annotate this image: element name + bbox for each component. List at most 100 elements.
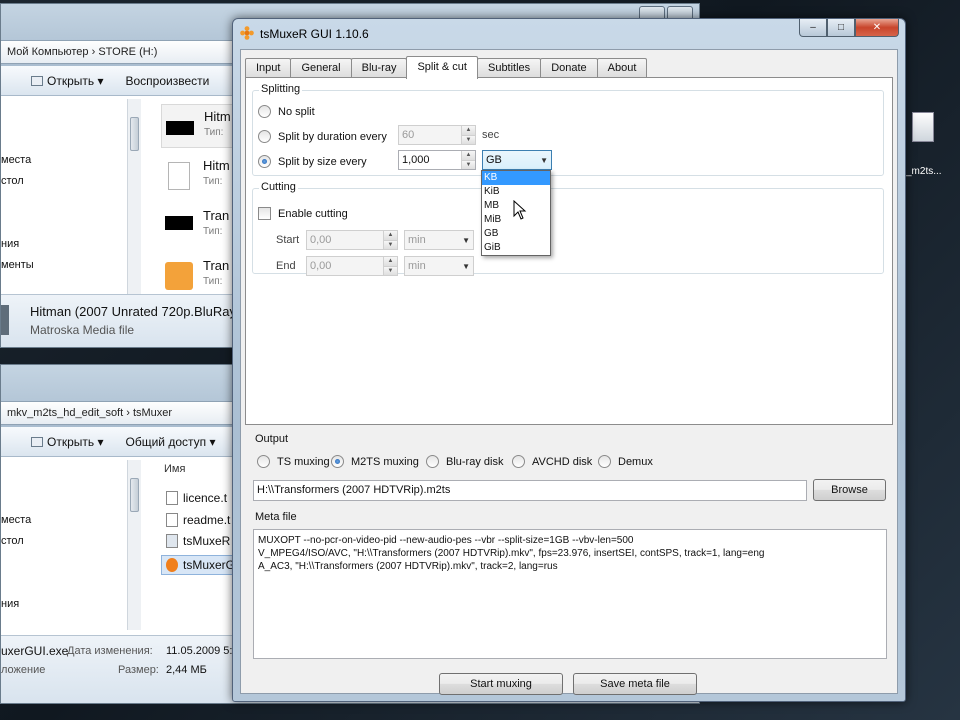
chevron-down-icon: ▼	[462, 262, 470, 271]
details-modified-value: 11.05.2009 5:	[166, 645, 233, 657]
nav-item[interactable]: ния	[1, 594, 141, 615]
navigation-pane: места стол ния менты	[1, 150, 141, 276]
bluray-disk-option[interactable]: Blu-ray disk	[426, 455, 503, 468]
no-split-radio[interactable]	[258, 105, 271, 118]
meta-file-textarea[interactable]: MUXOPT --no-pcr-on-video-pid --new-audio…	[253, 529, 887, 659]
split-duration-radio[interactable]	[258, 130, 271, 143]
unit-option-kib[interactable]: KiB	[482, 185, 550, 199]
meta-line: MUXOPT --no-pcr-on-video-pid --new-audio…	[258, 535, 634, 546]
start-muxing-button[interactable]: Start muxing	[439, 673, 563, 695]
tab-input[interactable]: Input	[245, 58, 292, 78]
spin-down-icon[interactable]: ▼	[462, 135, 475, 144]
tab-bluray[interactable]: Blu-ray	[350, 58, 408, 78]
nav-item[interactable]: стол	[1, 171, 141, 192]
column-header-name[interactable]: Имя	[164, 463, 185, 475]
scroll-thumb[interactable]	[130, 478, 139, 512]
avchd-disk-option[interactable]: AVCHD disk	[512, 455, 592, 468]
browse-button[interactable]: Browse	[813, 479, 886, 501]
list-item[interactable]: readme.t	[166, 513, 230, 527]
desktop-folder-icon[interactable]	[912, 112, 934, 142]
split-size-radio[interactable]	[258, 155, 271, 168]
navigation-pane: места стол ния	[1, 510, 141, 615]
unit-option-kb[interactable]: KB	[482, 171, 550, 185]
no-split-option[interactable]: No split	[258, 105, 315, 118]
ts-muxing-radio[interactable]	[257, 455, 270, 468]
tsmuxer-window: tsMuxeR GUI 1.10.6 – □ ✕ Input General B…	[232, 18, 906, 702]
tab-split-cut[interactable]: Split & cut	[406, 56, 478, 79]
details-modified-label: Дата изменения:	[67, 645, 153, 657]
nav-item[interactable]: менты	[1, 255, 141, 276]
start-spinbox[interactable]: 0,00 ▲ ▼	[306, 230, 398, 250]
output-path-input[interactable]: H:\\Transformers (2007 HDTVRip).m2ts	[253, 480, 807, 501]
nav-item[interactable]	[1, 192, 141, 213]
spin-up-icon[interactable]: ▲	[462, 151, 475, 160]
split-cut-panel: Splitting No split Split by duration eve…	[245, 77, 893, 425]
demux-radio[interactable]	[598, 455, 611, 468]
nav-scrollbar[interactable]	[127, 460, 141, 630]
spin-up-icon[interactable]: ▲	[384, 257, 397, 266]
split-by-size-option[interactable]: Split by size every	[258, 155, 367, 168]
start-spin-arrows[interactable]: ▲ ▼	[383, 231, 397, 249]
list-item[interactable]: tsMuxerG	[161, 555, 241, 575]
end-spin-arrows[interactable]: ▲ ▼	[383, 257, 397, 275]
nav-item[interactable]: ния	[1, 234, 141, 255]
window-client-area: Input General Blu-ray Split & cut Subtit…	[240, 49, 898, 695]
nav-item[interactable]: стол	[1, 531, 141, 552]
nav-item[interactable]: места	[1, 150, 141, 171]
list-item[interactable]: tsMuxeR	[166, 534, 230, 548]
meta-line: V_MPEG4/ISO/AVC, "H:\\Transformers (2007…	[258, 548, 765, 559]
start-label: Start	[276, 234, 300, 246]
chevron-down-icon: ▼	[462, 236, 470, 245]
toolbar-open-button[interactable]: Открыть ▾	[31, 435, 104, 449]
scroll-thumb[interactable]	[130, 117, 139, 151]
size-unit-select[interactable]: GB ▼	[482, 150, 552, 170]
bluray-disk-radio[interactable]	[426, 455, 439, 468]
tab-general[interactable]: General	[290, 58, 352, 78]
spin-down-icon[interactable]: ▼	[384, 266, 397, 275]
tsmuxer-logo-icon	[240, 26, 254, 40]
close-button[interactable]: ✕	[855, 19, 899, 37]
duration-spinbox[interactable]: 60 ▲ ▼	[398, 125, 476, 145]
details-file-icon	[1, 305, 9, 335]
split-by-duration-option[interactable]: Split by duration every	[258, 130, 387, 143]
spin-down-icon[interactable]: ▼	[384, 240, 397, 249]
nav-item[interactable]	[1, 573, 141, 594]
nav-item[interactable]	[1, 213, 141, 234]
tab-subtitles[interactable]: Subtitles	[476, 58, 542, 78]
save-meta-file-button[interactable]: Save meta file	[573, 673, 697, 695]
minimize-button[interactable]: –	[799, 19, 827, 37]
enable-cutting-checkbox[interactable]	[258, 207, 271, 220]
maximize-button[interactable]: □	[827, 19, 855, 37]
tab-about[interactable]: About	[596, 58, 648, 78]
nav-scrollbar[interactable]	[127, 99, 141, 294]
spin-up-icon[interactable]: ▲	[462, 126, 475, 135]
toolbar-open-button[interactable]: Открыть ▾	[31, 74, 104, 88]
list-item[interactable]: licence.t	[166, 491, 227, 505]
toolbar-play-button[interactable]: Воспроизвести	[126, 74, 210, 88]
ts-muxing-option[interactable]: TS muxing	[257, 455, 330, 468]
spin-up-icon[interactable]: ▲	[384, 231, 397, 240]
unit-option-gb[interactable]: GB	[482, 227, 550, 241]
window-titlebar[interactable]: tsMuxeR GUI 1.10.6 – □ ✕	[233, 19, 905, 47]
details-file-name: uxerGUI.exe	[1, 644, 69, 658]
duration-unit-label: sec	[482, 129, 500, 141]
m2ts-muxing-option[interactable]: M2TS muxing	[331, 455, 419, 468]
m2ts-muxing-radio[interactable]	[331, 455, 344, 468]
unit-option-gib[interactable]: GiB	[482, 241, 550, 255]
size-spinbox[interactable]: 1,000 ▲ ▼	[398, 150, 476, 170]
spin-down-icon[interactable]: ▼	[462, 160, 475, 169]
start-unit-select[interactable]: min ▼	[404, 230, 474, 250]
open-icon	[31, 75, 43, 86]
end-spinbox[interactable]: 0,00 ▲ ▼	[306, 256, 398, 276]
avchd-disk-radio[interactable]	[512, 455, 525, 468]
details-file-name: Hitman (2007 Unrated 720p.BluRay	[30, 304, 236, 319]
nav-item[interactable]	[1, 552, 141, 573]
end-unit-select[interactable]: min ▼	[404, 256, 474, 276]
nav-item[interactable]: места	[1, 510, 141, 531]
demux-option[interactable]: Demux	[598, 455, 653, 468]
enable-cutting-option[interactable]: Enable cutting	[258, 207, 348, 220]
duration-spin-arrows[interactable]: ▲ ▼	[461, 126, 475, 144]
toolbar-share-button[interactable]: Общий доступ ▾	[126, 435, 216, 449]
tab-donate[interactable]: Donate	[540, 58, 598, 78]
size-spin-arrows[interactable]: ▲ ▼	[461, 151, 475, 169]
